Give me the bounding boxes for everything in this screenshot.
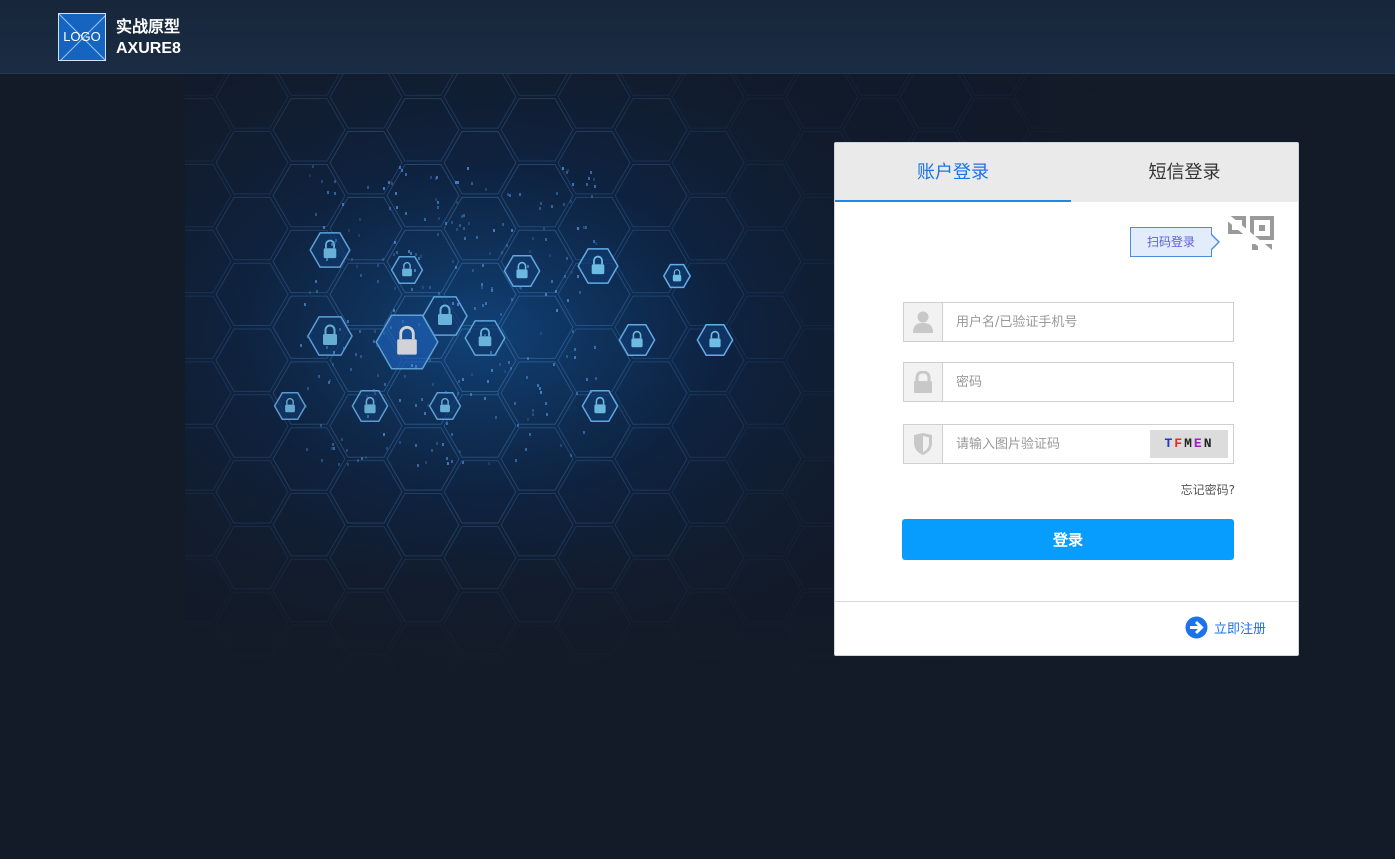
register-label: 立即注册 (1214, 618, 1266, 637)
password-field (903, 362, 1234, 402)
brand-line-2: AXURE8 (116, 38, 181, 59)
arrow-right-circle-icon (1185, 616, 1208, 639)
shield-icon (913, 433, 933, 455)
captcha-field: TFMEN (903, 424, 1234, 464)
login-tabs: 账户登录 短信登录 (835, 143, 1298, 202)
tab-sms-login[interactable]: 短信登录 (1071, 143, 1298, 202)
logo: LOGO (58, 13, 106, 61)
footer-divider (835, 601, 1298, 602)
captcha-char: T (1164, 436, 1174, 451)
brand-name: 实战原型 AXURE8 (116, 17, 181, 59)
captcha-char: E (1194, 436, 1204, 451)
qr-code-icon[interactable] (1226, 216, 1277, 258)
captcha-image[interactable]: TFMEN (1150, 430, 1228, 458)
lock-icon (913, 371, 933, 393)
captcha-char: M (1184, 436, 1194, 451)
user-icon (913, 311, 933, 333)
tab-account-login[interactable]: 账户登录 (835, 143, 1071, 202)
login-button[interactable]: 登录 (902, 519, 1234, 560)
password-input[interactable] (956, 372, 1146, 392)
captcha-input[interactable] (956, 434, 1146, 454)
username-input[interactable] (956, 312, 1146, 332)
logo-text: LOGO (59, 29, 105, 44)
forgot-password-link[interactable]: 忘记密码? (1135, 481, 1235, 498)
brand-line-1: 实战原型 (116, 17, 181, 38)
captcha-char: F (1174, 436, 1184, 451)
username-field (903, 302, 1234, 342)
captcha-char: N (1204, 436, 1214, 451)
top-header: LOGO 实战原型 AXURE8 (0, 0, 1395, 74)
qr-login-tooltip[interactable]: 扫码登录 (1130, 227, 1212, 257)
login-panel: 账户登录 短信登录 扫码登录 用户名/已验证手机号 请输入图片验证码 TFMEN… (834, 142, 1299, 656)
register-link[interactable]: 立即注册 (1185, 615, 1266, 639)
